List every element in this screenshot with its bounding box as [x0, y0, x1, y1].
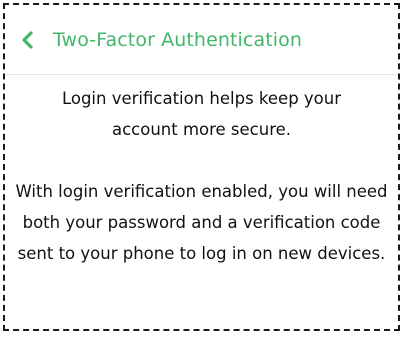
nav-header: Two-Factor Authentication — [5, 5, 398, 75]
chevron-left-icon — [19, 28, 37, 52]
info-content: Login verification helps keep your accou… — [5, 83, 398, 269]
details-paragraph: With login verification enabled, you wil… — [15, 182, 388, 263]
screen-frame: Two-Factor Authentication Login verifica… — [3, 3, 400, 331]
back-button[interactable] — [5, 5, 37, 74]
page-title: Two-Factor Authentication — [53, 28, 303, 51]
description-paragraph: Login verification helps keep your accou… — [61, 89, 342, 139]
